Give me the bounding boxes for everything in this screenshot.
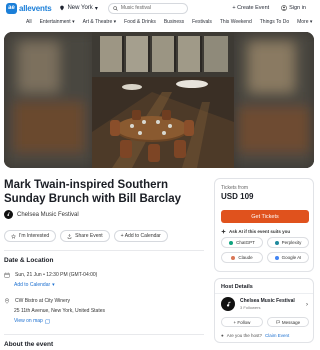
- organizer-name: Chelsea Music Festival: [17, 211, 79, 218]
- interested-label: I'm Interested: [19, 233, 50, 239]
- google-ai-icon: [274, 255, 279, 260]
- address-text: 25 11th Avenue, New York, United States: [14, 308, 105, 314]
- ticket-card: Tickets from USD 109 Get Tickets Ask AI …: [214, 178, 314, 272]
- section-divider: [4, 334, 204, 335]
- star-outline-icon: [11, 233, 16, 239]
- calendar-icon: [4, 272, 10, 278]
- ask-ai-prompt: Ask AI if this event suits you: [221, 229, 290, 234]
- tickets-from-label: Tickets from: [221, 185, 249, 191]
- add-to-calendar-link-label: Add to Calendar: [14, 282, 51, 288]
- about-event-heading: About the event: [4, 341, 54, 348]
- host-actions: + Follow Message: [221, 317, 309, 327]
- category-entertainment[interactable]: Entertainment ▾: [40, 19, 75, 25]
- claude-icon: [231, 255, 236, 260]
- claim-event-link[interactable]: Claim Event: [265, 333, 289, 338]
- venue-name: CW Bistro at City Winery: [15, 298, 71, 304]
- google-ai-button[interactable]: Google AI: [267, 252, 309, 263]
- host-card: Host Details Chelsea Music Festival 3 Fo…: [214, 278, 314, 343]
- add-to-calendar-link[interactable]: Add to Calendar ▾: [14, 282, 55, 288]
- host-followers: 3 Followers: [240, 305, 261, 310]
- category-food-drinks[interactable]: Food & Drinks: [124, 19, 156, 25]
- create-event-label: + Create Event: [232, 5, 270, 11]
- top-navbar: ae allevents New York ▾ Music festival +…: [0, 0, 318, 16]
- event-venue: CW Bistro at City Winery: [4, 298, 70, 304]
- user-icon: ●: [221, 333, 224, 338]
- message-button[interactable]: Message: [267, 317, 309, 327]
- event-actions: I'm Interested Share Event + Add to Cale…: [4, 230, 168, 242]
- ai-options: ChatGPT Perplexity Claude Google AI: [221, 237, 309, 263]
- search-input[interactable]: Music festival: [107, 2, 188, 14]
- perplexity-icon: [274, 240, 279, 245]
- chatgpt-icon: [229, 240, 234, 245]
- music-note-icon: [226, 301, 231, 307]
- add-to-calendar-label: + Add to Calendar: [120, 233, 161, 239]
- city-label: New York: [67, 5, 93, 11]
- create-event-button[interactable]: + Create Event: [232, 5, 269, 11]
- sign-in-label: Sign in: [289, 5, 306, 11]
- sign-in-button[interactable]: Sign in: [281, 5, 306, 11]
- interested-button[interactable]: I'm Interested: [4, 230, 57, 242]
- host-name: Chelsea Music Festival: [240, 298, 295, 304]
- event-datetime: Sun, 21 Jun • 12:30 PM (GMT-04:00): [4, 272, 97, 278]
- location-pin-icon: [4, 298, 10, 304]
- datetime-text: Sun, 21 Jun • 12:30 PM (GMT-04:00): [15, 272, 98, 278]
- map-icon: [45, 318, 50, 324]
- search-icon: [113, 5, 118, 11]
- message-icon: [276, 320, 280, 324]
- google-ai-label: Google AI: [281, 255, 302, 260]
- restaurant-photo: [92, 32, 234, 168]
- venue-address: 25 11th Avenue, New York, United States: [14, 308, 105, 314]
- host-details-heading: Host Details: [221, 284, 253, 290]
- get-tickets-button[interactable]: Get Tickets: [221, 210, 309, 223]
- organizer-avatar: [4, 210, 13, 219]
- category-art-theatre[interactable]: Art & Theatre ▾: [83, 19, 117, 25]
- chevron-right-icon[interactable]: ›: [306, 302, 308, 308]
- claude-label: Claude: [238, 255, 253, 260]
- sparkle-icon: [221, 229, 226, 234]
- chatgpt-button[interactable]: ChatGPT: [221, 237, 263, 248]
- location-pin-icon: [60, 5, 65, 11]
- chevron-down-icon: ▾: [52, 282, 55, 288]
- event-title: Mark Twain-inspired Southern Sunday Brun…: [4, 179, 182, 205]
- claude-button[interactable]: Claude: [221, 252, 263, 263]
- view-on-map-link[interactable]: View on map: [14, 318, 50, 324]
- city-selector[interactable]: New York ▾: [59, 5, 98, 12]
- category-more[interactable]: More ▾: [297, 19, 312, 25]
- chatgpt-label: ChatGPT: [236, 240, 255, 245]
- logo-text: allevents: [19, 3, 52, 13]
- share-icon: [67, 233, 72, 239]
- site-logo[interactable]: ae allevents: [6, 2, 52, 14]
- follow-label: + Follow: [233, 319, 251, 325]
- date-location-heading: Date & Location: [4, 257, 54, 264]
- host-divider: [215, 293, 313, 294]
- category-all[interactable]: All: [26, 19, 32, 25]
- perplexity-label: Perplexity: [281, 240, 302, 245]
- search-placeholder: Music festival: [120, 5, 151, 11]
- host-avatar: [221, 297, 235, 311]
- user-icon: [281, 5, 288, 11]
- perplexity-button[interactable]: Perplexity: [267, 237, 309, 248]
- view-on-map-label: View on map: [14, 318, 43, 324]
- category-this-weekend[interactable]: This Weekend: [220, 19, 252, 25]
- category-nav: All Entertainment ▾ Art & Theatre ▾ Food…: [0, 16, 318, 27]
- ask-ai-label: Ask AI if this event suits you: [229, 229, 291, 234]
- category-business[interactable]: Business: [164, 19, 184, 25]
- organizer[interactable]: Chelsea Music Festival: [4, 210, 79, 219]
- claim-event-row: ● Are you the host? Claim Event: [221, 333, 289, 338]
- follow-button[interactable]: + Follow: [221, 317, 263, 327]
- claim-prefix: Are you the host?: [226, 333, 262, 338]
- ticket-price: USD 109: [221, 192, 254, 201]
- section-divider: [4, 250, 204, 251]
- chevron-down-icon: ▾: [94, 5, 98, 12]
- music-note-icon: [7, 212, 10, 216]
- logo-mark: ae: [6, 2, 17, 14]
- share-label: Share Event: [75, 233, 103, 239]
- event-banner: [4, 32, 314, 168]
- host-profile[interactable]: Chelsea Music Festival 3 Followers: [221, 297, 295, 311]
- share-button[interactable]: Share Event: [60, 230, 110, 242]
- add-to-calendar-button[interactable]: + Add to Calendar: [113, 230, 168, 242]
- message-label: Message: [281, 319, 301, 325]
- category-festivals[interactable]: Festivals: [192, 19, 212, 25]
- category-things-to-do[interactable]: Things To Do: [260, 19, 289, 25]
